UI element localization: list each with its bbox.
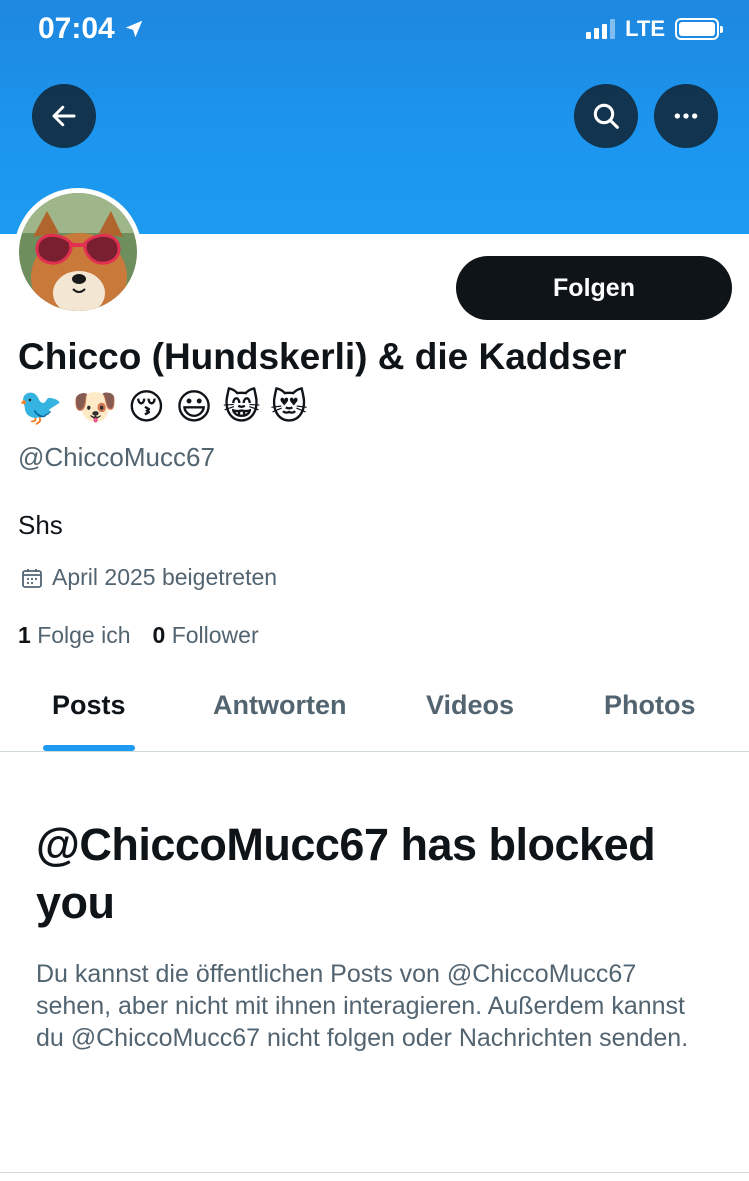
blocked-description: Du kannst die öffentlichen Posts von @Ch… [36, 960, 689, 1052]
tab-videos[interactable]: Videos [426, 690, 514, 721]
follow-button[interactable]: Folgen [456, 256, 732, 320]
battery-icon [675, 18, 723, 40]
following-count: 1 [18, 622, 31, 648]
following-label: Folge ich [37, 622, 131, 648]
followers-link[interactable]: 0 Follower [153, 622, 259, 649]
avatar-image [19, 193, 137, 311]
more-button[interactable] [654, 84, 718, 148]
smiley-cat-emoji: 😃 [175, 387, 213, 428]
tab-posts[interactable]: Posts [52, 690, 126, 721]
followers-count: 0 [152, 622, 166, 648]
following-link[interactable]: 1 Folge ich [18, 622, 131, 649]
profile-bio: Shs [18, 510, 63, 540]
name-emoji-row: 🐦 🐶 😚 😃 😸 😻 [18, 386, 308, 430]
network-label: LTE [625, 16, 665, 41]
blocked-title: @ChiccoMucc67 has blocked you [36, 819, 656, 928]
kissing-cat-emoji: 😚 [127, 387, 166, 428]
more-horizontal-icon [674, 113, 698, 119]
grinning-cat-emoji: 😸 [222, 387, 261, 428]
joined-text: April 2025 beigetreten [52, 564, 278, 590]
search-icon [593, 103, 619, 129]
search-button[interactable] [574, 84, 638, 148]
joined-date: April 2025 beigetreten [20, 564, 277, 591]
status-indicators: LTE [586, 16, 723, 42]
heart-eyes-cat-emoji: 😻 [270, 387, 308, 428]
profile-handle: @ChiccoMucc67 [18, 442, 215, 472]
followers-label: Follower [171, 622, 259, 648]
tab-photos[interactable]: Photos [604, 690, 696, 721]
tab-replies[interactable]: Antworten [213, 690, 346, 721]
location-arrow-icon [125, 20, 142, 38]
back-button[interactable] [32, 84, 96, 148]
status-time: 07:04 [38, 12, 145, 46]
avatar[interactable] [14, 188, 142, 316]
follow-stats: 1 Folge ich 0 Follower [18, 622, 259, 649]
dog-face-emoji: 🐶 [72, 387, 118, 428]
status-time-text: 07:04 [38, 12, 115, 45]
divider [0, 1172, 749, 1173]
signal-icon [586, 19, 616, 39]
calendar-icon [22, 568, 42, 588]
profile-tabs: Posts Antworten Videos Photos [0, 676, 749, 752]
arrow-left-icon [52, 105, 76, 127]
bird-emoji: 🐦 [18, 387, 63, 428]
active-tab-indicator [43, 745, 135, 751]
display-name: Chicco (Hundskerli) & die Kaddser [18, 336, 627, 377]
